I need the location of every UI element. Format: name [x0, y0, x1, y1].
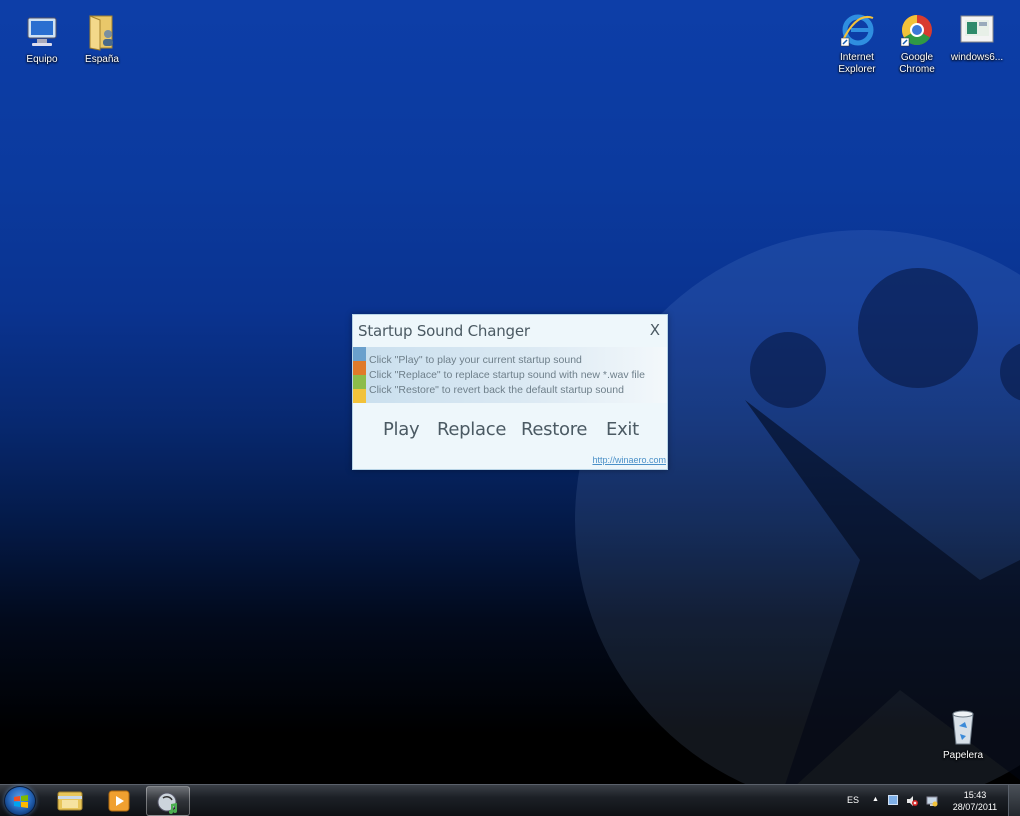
startup-sound-changer-dialog: Startup Sound Changer X Click "Play" to … [352, 314, 668, 470]
desktop-icon-label: España [85, 54, 119, 65]
instruction-replace: Click "Replace" to replace startup sound… [369, 369, 645, 381]
dialog-title: Startup Sound Changer [358, 322, 530, 340]
desktop-icon-internet-explorer[interactable]: Internet Explorer [825, 10, 889, 76]
screenshot-file-icon [957, 10, 997, 50]
taskbar-explorer[interactable] [48, 786, 92, 816]
taskbar: ES ▲ 15:43 28/07/2011 [0, 784, 1020, 816]
desktop-icon-label: Equipo [26, 54, 58, 65]
close-button[interactable]: X [650, 321, 660, 339]
instructions-panel: Click "Play" to play your current startu… [353, 347, 667, 403]
show-desktop-button[interactable] [1008, 785, 1020, 816]
start-button[interactable] [4, 786, 36, 816]
clock-time: 15:43 [963, 790, 987, 800]
media-player-icon [108, 790, 130, 812]
instruction-play: Click "Play" to play your current startu… [369, 354, 582, 366]
computer-icon [22, 12, 62, 52]
orange-stripe [353, 361, 366, 375]
desktop-icon-label: windows6... [950, 52, 1004, 63]
desktop-icon-label: Papelera [942, 750, 984, 761]
desktop-icon-espana[interactable]: España [70, 12, 134, 66]
blue-stripe [353, 347, 366, 361]
restore-button[interactable]: Restore [521, 419, 588, 440]
user-folder-icon [82, 12, 122, 52]
desktop-icon-label: Internet Explorer [838, 52, 876, 75]
windows-logo-icon [14, 795, 28, 808]
instruction-restore: Click "Restore" to revert back the defau… [369, 384, 624, 396]
language-indicator[interactable]: ES [847, 795, 859, 805]
action-center-icon[interactable] [888, 795, 898, 805]
taskbar-media-player[interactable] [97, 786, 141, 816]
network-icon[interactable] [926, 794, 938, 807]
clock[interactable]: 15:43 28/07/2011 [948, 789, 1002, 813]
desktop-icon-label: Google Chrome [899, 52, 935, 75]
clock-date: 28/07/2011 [952, 802, 998, 812]
volume-muted-icon[interactable] [906, 794, 918, 806]
desktop-icon-windows6[interactable]: windows6... [945, 10, 1009, 64]
exit-button[interactable]: Exit [606, 419, 639, 440]
chrome-icon [897, 10, 937, 50]
desktop-icon-papelera[interactable]: Papelera [931, 708, 995, 762]
green-stripe [353, 375, 366, 389]
show-hidden-icons-button[interactable]: ▲ [872, 796, 879, 803]
recycle-bin-icon [943, 708, 983, 748]
desktop-icon-google-chrome[interactable]: Google Chrome [885, 10, 949, 76]
play-button[interactable]: Play [383, 419, 420, 440]
yellow-stripe [353, 389, 366, 403]
internet-explorer-icon [837, 10, 877, 50]
winaero-link[interactable]: http://winaero.com [592, 455, 666, 465]
replace-button[interactable]: Replace [437, 419, 506, 440]
action-buttons: Play Replace Restore Exit [353, 419, 667, 445]
explorer-folder-icon [57, 791, 83, 811]
taskbar-startup-sound-changer[interactable] [146, 786, 190, 816]
desktop-icon-equipo[interactable]: Equipo [10, 12, 74, 66]
sound-changer-icon [157, 792, 177, 814]
